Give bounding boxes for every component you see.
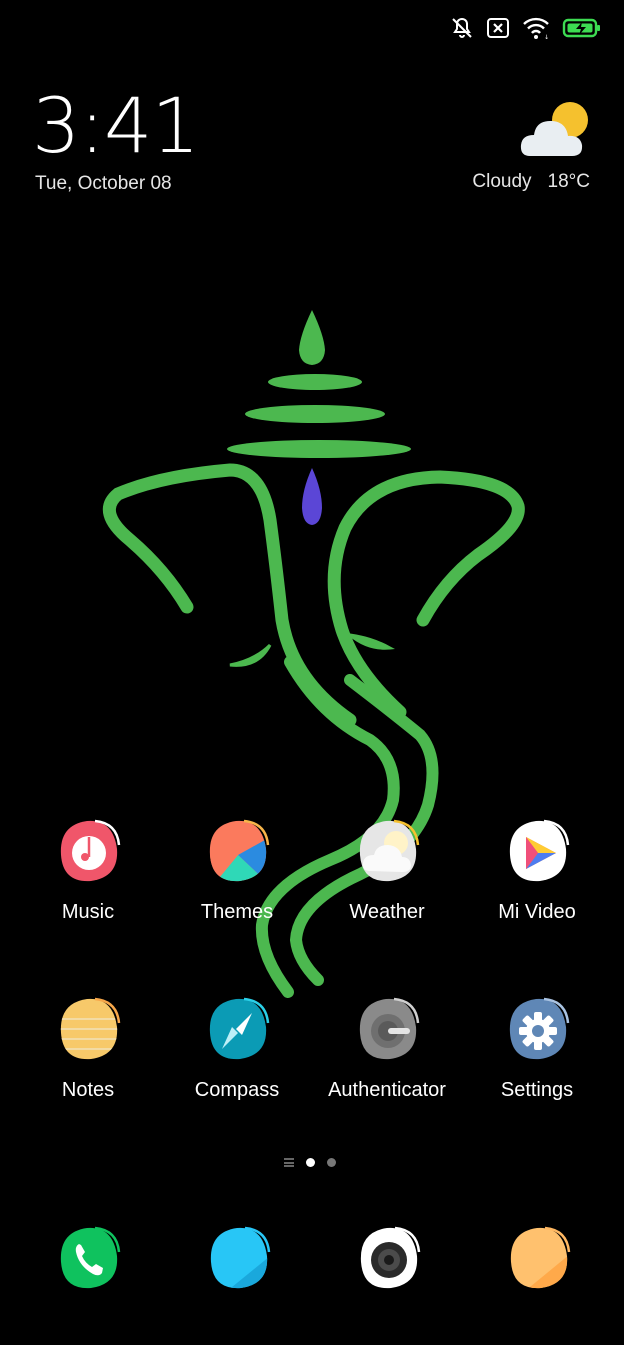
settings-icon — [509, 997, 570, 1060]
app-settings[interactable]: Settings — [462, 993, 612, 1102]
right-eye — [345, 632, 395, 650]
app-label: Authenticator — [328, 1079, 446, 1101]
no-sim-icon — [487, 18, 509, 38]
app-notes[interactable]: Notes — [13, 993, 163, 1102]
app-label: Weather — [349, 901, 425, 923]
weather-condition: Cloudy — [472, 171, 532, 192]
app-music[interactable]: Music — [13, 815, 163, 924]
themes-icon — [209, 819, 270, 882]
phone-icon[interactable] — [51, 1222, 125, 1296]
app-label: Compass — [194, 1079, 280, 1101]
battery-charging-icon — [562, 18, 600, 38]
notes-icon — [60, 997, 121, 1060]
wifi-icon: ↓ — [523, 17, 549, 40]
crown-drop — [299, 310, 325, 365]
app-mi-video[interactable]: Mi Video — [462, 815, 612, 924]
app-authenticator[interactable]: Authenticator — [312, 993, 462, 1102]
page-dot-2[interactable] — [327, 1158, 336, 1167]
page-list-icon[interactable] — [284, 1158, 294, 1167]
messages-icon[interactable] — [201, 1222, 275, 1296]
authenticator-icon — [359, 997, 420, 1060]
weather-widget[interactable]: Cloudy 18°C — [472, 171, 590, 193]
app-compass[interactable]: Compass — [162, 993, 312, 1102]
mi-video-icon — [509, 819, 570, 882]
crown-bar-2 — [245, 405, 385, 423]
app-themes[interactable]: Themes — [162, 815, 312, 924]
app-label: Mi Video — [498, 901, 576, 923]
status-bar: ↓ — [450, 14, 602, 42]
tilak-drop — [302, 468, 322, 525]
browser-icon[interactable] — [501, 1222, 575, 1296]
notifications-off-icon — [452, 17, 472, 38]
clock-date[interactable]: Tue, October 08 — [35, 173, 172, 195]
compass-icon — [209, 997, 270, 1060]
app-label: Settings — [500, 1079, 574, 1101]
crown-bar-1 — [268, 374, 362, 390]
weather-temperature: 18°C — [547, 171, 590, 192]
page-indicator[interactable] — [284, 1158, 336, 1167]
right-ear — [327, 470, 525, 719]
weather-icon — [359, 819, 420, 882]
app-label: Music — [61, 901, 115, 923]
clock-time[interactable]: 3:41 — [32, 88, 200, 164]
music-icon — [60, 819, 121, 882]
page-dot-1[interactable] — [306, 1158, 315, 1167]
app-weather[interactable]: Weather — [312, 815, 462, 924]
partly-cloudy-icon[interactable] — [518, 98, 594, 160]
app-label: Notes — [61, 1079, 115, 1101]
app-label: Themes — [200, 901, 274, 923]
crown-bar-3 — [227, 440, 411, 458]
left-eye — [229, 643, 272, 667]
svg-text:↓: ↓ — [544, 34, 549, 40]
camera-icon[interactable] — [351, 1222, 425, 1296]
